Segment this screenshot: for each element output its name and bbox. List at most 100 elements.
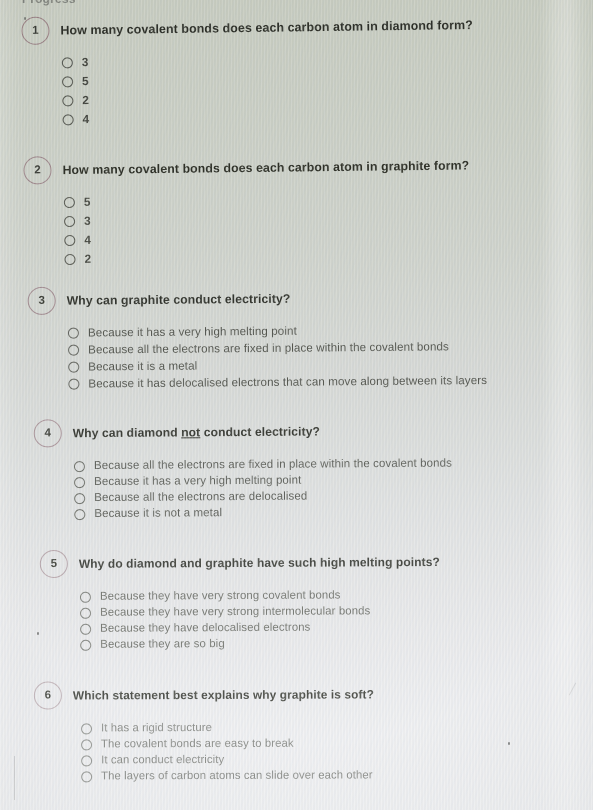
quiz-content: Progress 1 How many covalent bonds does … <box>0 0 593 810</box>
question-block-1: 1 How many covalent bonds does each carb… <box>21 11 474 132</box>
radio-button-icon[interactable] <box>81 754 93 766</box>
radio-button-icon[interactable] <box>81 738 93 750</box>
option-row[interactable]: Because it has delocalised electrons tha… <box>68 374 487 391</box>
option-label: 2 <box>82 93 90 108</box>
option-label: 2 <box>84 251 92 266</box>
question-text-4-emphasis: not <box>181 425 201 440</box>
option-row[interactable]: Because it has a very high melting point <box>74 474 452 489</box>
option-label: Because it has a very high melting point <box>87 324 297 340</box>
option-row[interactable]: The covalent bonds are easy to break <box>81 737 374 750</box>
question-block-4: 4 Why can diamond not conduct electricit… <box>33 417 453 525</box>
option-label: Because all the electrons are fixed in p… <box>93 457 452 473</box>
radio-button-icon[interactable] <box>79 591 92 603</box>
radio-button-icon[interactable] <box>80 607 92 619</box>
question-text-4-before: Why can diamond <box>72 425 182 441</box>
question-text-6: Which statement best explains why graphi… <box>72 687 374 703</box>
question-text-3: Why can graphite conduct electricity? <box>66 291 291 308</box>
option-row[interactable]: Because they have delocalised electrons <box>80 621 440 635</box>
question-number-5: 5 <box>39 549 68 579</box>
option-row[interactable]: It can conduct electricity <box>81 753 374 766</box>
option-label: Because all the electrons are fixed in p… <box>88 340 449 357</box>
radio-button-icon[interactable] <box>81 770 93 782</box>
question-header-1: 1 How many covalent bonds does each carb… <box>21 11 473 45</box>
option-label: Because they have very strong intermolec… <box>100 605 371 619</box>
option-label: Because they have delocalised electrons <box>100 621 311 635</box>
radio-button-icon[interactable] <box>64 253 76 265</box>
option-label: Because it is not a metal <box>94 507 223 521</box>
question-block-3: 3 Why can graphite conduct electricity? … <box>27 283 488 395</box>
option-label: 5 <box>82 74 89 89</box>
question-block-5: 5 Why do diamond and graphite have such … <box>39 548 441 655</box>
options-list-6: It has a rigid structure The covalent bo… <box>80 721 374 782</box>
option-row[interactable]: Because it is a metal <box>68 357 487 374</box>
question-number-6: 6 <box>33 681 62 710</box>
option-row[interactable]: 4 <box>64 228 470 247</box>
option-label: The covalent bonds are easy to break <box>101 737 294 751</box>
option-row[interactable]: 5 <box>62 69 474 88</box>
option-row[interactable]: 2 <box>62 88 474 107</box>
options-list-3: Because it has a very high melting point… <box>67 323 487 391</box>
option-label: Because all the electrons are delocalise… <box>94 490 308 505</box>
option-label: It has a rigid structure <box>100 721 213 735</box>
options-list-5: Because they have very strong covalent b… <box>79 589 440 651</box>
radio-button-icon[interactable] <box>80 623 92 635</box>
radio-button-icon[interactable] <box>68 378 80 390</box>
radio-button-icon[interactable] <box>74 476 86 488</box>
radio-button-icon[interactable] <box>63 196 75 208</box>
option-row[interactable]: Because all the electrons are fixed in p… <box>73 457 452 473</box>
radio-button-icon[interactable] <box>68 361 80 373</box>
radio-button-icon[interactable] <box>62 94 74 106</box>
question-text-5: Why do diamond and graphite have such hi… <box>78 554 440 571</box>
option-row[interactable]: Because it has a very high melting point <box>67 323 487 340</box>
option-row[interactable]: Because they are so big <box>80 637 440 651</box>
radio-button-icon[interactable] <box>64 234 76 246</box>
question-number-4: 4 <box>33 419 62 448</box>
radio-button-icon[interactable] <box>80 722 93 734</box>
question-text-2: How many covalent bonds does each carbon… <box>62 158 470 178</box>
question-header-4: 4 Why can diamond not conduct electricit… <box>33 417 452 448</box>
option-row[interactable]: Because all the electrons are fixed in p… <box>68 340 487 357</box>
question-number-3: 3 <box>27 286 56 316</box>
option-label: Because it is a metal <box>88 359 198 374</box>
radio-button-icon[interactable] <box>62 113 74 125</box>
question-block-2: 2 How many covalent bonds does each carb… <box>23 151 470 271</box>
radio-button-icon[interactable] <box>74 492 86 504</box>
dust-speck <box>37 632 39 635</box>
dust-speck <box>508 742 510 745</box>
option-row[interactable]: 4 <box>62 107 475 126</box>
radio-button-icon[interactable] <box>74 508 86 520</box>
option-row[interactable]: Because all the electrons are delocalise… <box>74 490 452 505</box>
page-header-cutoff: Progress <box>22 0 76 6</box>
radio-button-icon[interactable] <box>62 75 74 87</box>
light-streak <box>14 756 15 800</box>
options-list-1: 3 5 2 4 <box>61 50 475 126</box>
dust-speck <box>24 17 26 20</box>
question-text-4: Why can diamond not conduct electricity? <box>73 424 320 440</box>
option-row[interactable]: Because it is not a metal <box>74 506 452 521</box>
question-text-1: How many covalent bonds does each carbon… <box>60 18 473 38</box>
option-row[interactable]: 3 <box>61 50 474 69</box>
option-row[interactable]: 2 <box>64 247 470 266</box>
option-label: The layers of carbon atoms can slide ove… <box>101 769 373 783</box>
radio-button-icon[interactable] <box>67 327 79 339</box>
option-row[interactable]: Because they have very strong covalent b… <box>79 589 440 603</box>
question-header-3: 3 Why can graphite conduct electricity? <box>27 283 487 316</box>
question-header-6: 6 Which statement best explains why grap… <box>33 680 374 710</box>
question-text-4-after: conduct electricity? <box>200 424 321 440</box>
question-header-2: 2 How many covalent bonds does each carb… <box>23 151 470 185</box>
radio-button-icon[interactable] <box>73 460 86 472</box>
option-label: Because they are so big <box>100 638 225 651</box>
question-block-6: 6 Which statement best explains why grap… <box>33 680 374 786</box>
option-row[interactable]: The layers of carbon atoms can slide ove… <box>81 769 374 782</box>
option-row[interactable]: It has a rigid structure <box>80 721 374 735</box>
radio-button-icon[interactable] <box>64 215 76 227</box>
radio-button-icon[interactable] <box>80 639 92 651</box>
option-label: 3 <box>84 213 91 228</box>
option-row[interactable]: 5 <box>63 190 470 209</box>
option-row[interactable]: 3 <box>64 209 470 228</box>
radio-button-icon[interactable] <box>61 56 73 68</box>
options-list-4: Because all the electrons are fixed in p… <box>73 457 452 521</box>
radio-button-icon[interactable] <box>68 344 80 356</box>
option-label: 4 <box>84 232 92 247</box>
option-row[interactable]: Because they have very strong intermolec… <box>80 605 440 619</box>
